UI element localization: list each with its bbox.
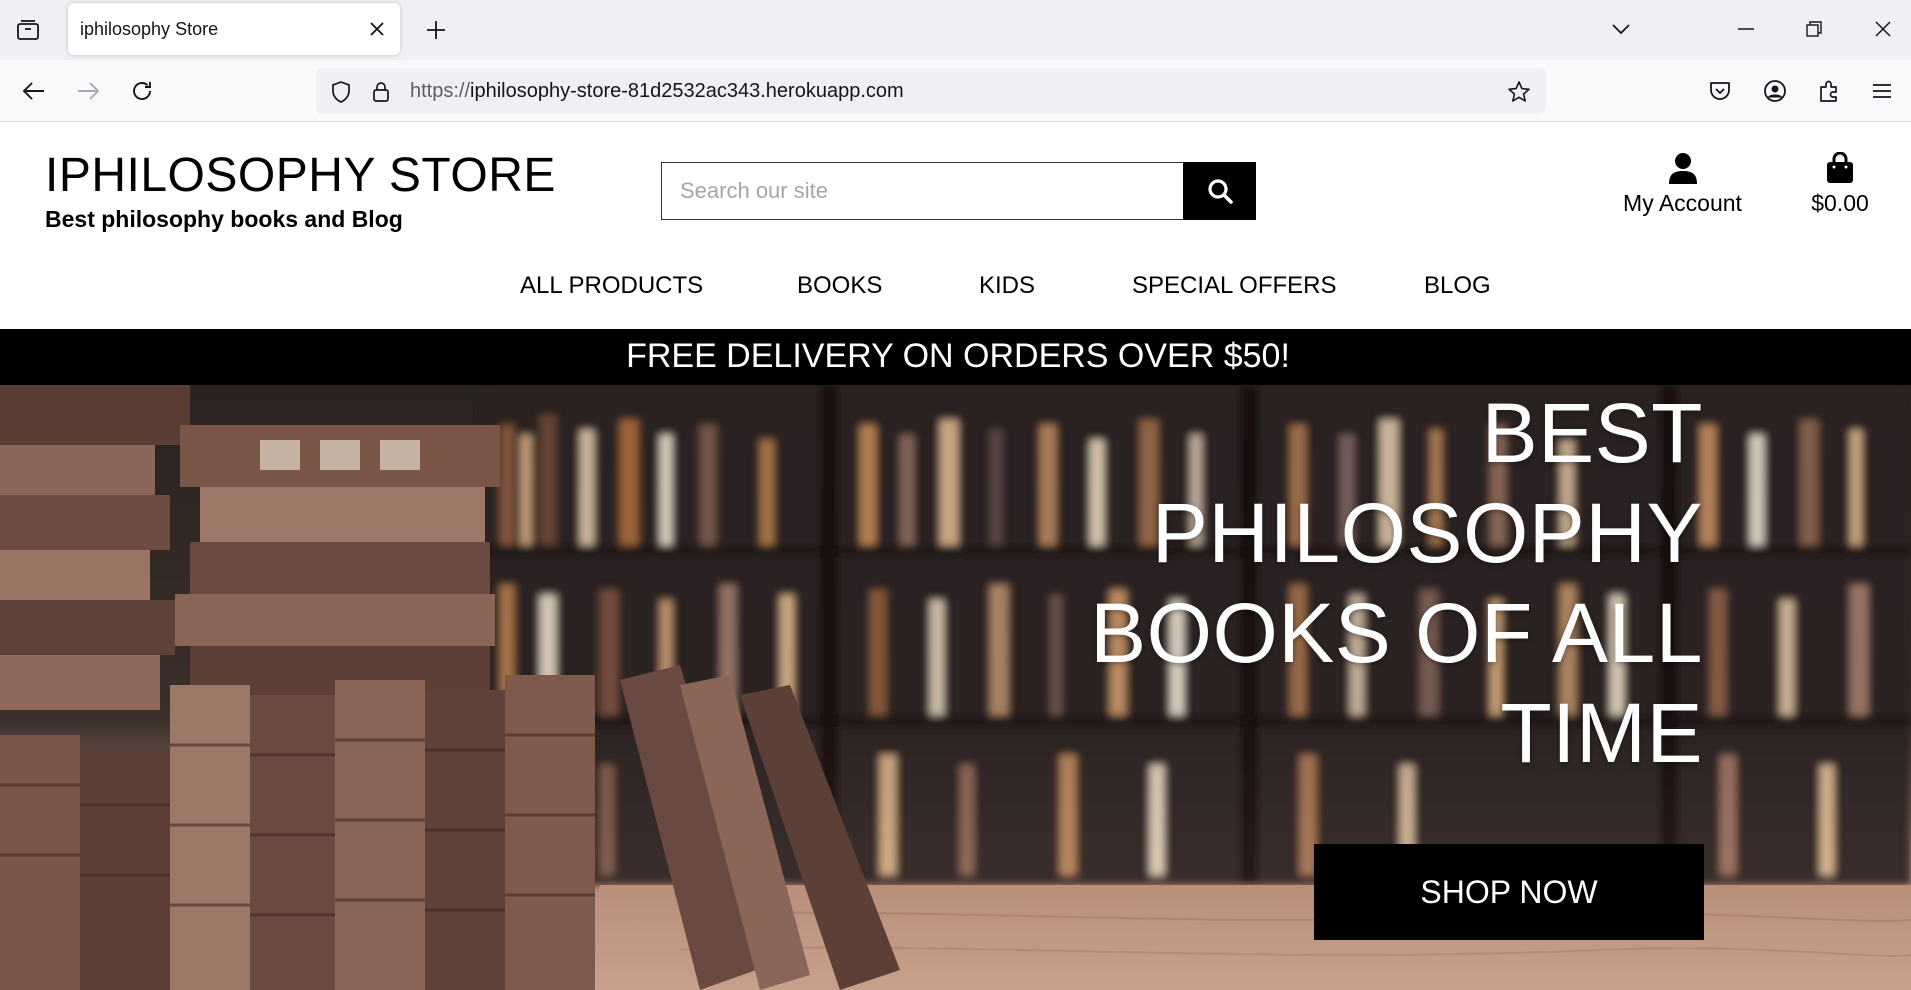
browser-nav-bar: https://iphilosophy-store-81d2532ac343.h… <box>0 60 1911 122</box>
tab-list-icon[interactable] <box>8 12 48 48</box>
my-account-label: My Account <box>1623 190 1742 216</box>
url-bar[interactable]: https://iphilosophy-store-81d2532ac343.h… <box>316 68 1546 114</box>
chevron-down-icon[interactable] <box>1601 10 1641 48</box>
site-tagline: Best philosophy books and Blog <box>45 206 403 232</box>
nav-item-blog[interactable]: BLOG <box>1424 272 1491 300</box>
close-icon[interactable] <box>364 16 390 42</box>
site-title[interactable]: IPHILOSOPHY STORE <box>45 148 556 203</box>
minimize-icon[interactable] <box>1726 10 1766 48</box>
shop-now-label: SHOP NOW <box>1420 873 1598 910</box>
shield-icon[interactable] <box>328 79 354 105</box>
lock-icon[interactable] <box>368 79 394 105</box>
plus-icon[interactable] <box>418 12 454 48</box>
hero-heading: BEST PHILOSOPHY BOOKS OF ALL TIME <box>1090 386 1703 780</box>
window-close-icon[interactable] <box>1863 10 1903 48</box>
url-text[interactable]: https://iphilosophy-store-81d2532ac343.h… <box>410 80 904 103</box>
search-button[interactable] <box>1183 162 1256 220</box>
nav-item-special-offers[interactable]: SPECIAL OFFERS <box>1132 272 1337 300</box>
search-input[interactable] <box>661 162 1183 220</box>
my-account-link[interactable]: My Account <box>1610 152 1755 222</box>
tab-title: iphilosophy Store <box>80 19 219 39</box>
star-icon[interactable] <box>1506 79 1532 105</box>
restore-icon[interactable] <box>1794 10 1834 48</box>
nav-item-kids[interactable]: KIDS <box>979 272 1035 300</box>
cart-link[interactable]: $0.00 <box>1800 152 1880 222</box>
puzzle-icon[interactable] <box>1809 71 1849 111</box>
shop-now-button[interactable]: SHOP NOW <box>1314 844 1704 940</box>
search-icon <box>1207 179 1233 204</box>
account-icon[interactable] <box>1755 71 1795 111</box>
nav-item-books[interactable]: BOOKS <box>797 272 882 300</box>
arrow-right-icon[interactable] <box>68 71 108 111</box>
promo-text: FREE DELIVERY ON ORDERS OVER $50! <box>626 337 1290 375</box>
user-icon <box>1668 152 1698 184</box>
arrow-left-icon[interactable] <box>14 71 54 111</box>
browser-tab-bar: iphilosophy Store <box>0 0 1911 60</box>
main-nav: ALL PRODUCTS BOOKS KIDS SPECIAL OFFERS B… <box>0 270 1911 310</box>
promo-banner: FREE DELIVERY ON ORDERS OVER $50! <box>0 329 1911 385</box>
reload-icon[interactable] <box>122 71 162 111</box>
hero-section: BEST PHILOSOPHY BOOKS OF ALL TIME SHOP N… <box>0 385 1911 990</box>
pocket-icon[interactable] <box>1700 71 1740 111</box>
cart-total: $0.00 <box>1811 190 1869 216</box>
hamburger-icon[interactable] <box>1862 71 1902 111</box>
shopping-bag-icon <box>1825 152 1855 184</box>
nav-item-all-products[interactable]: ALL PRODUCTS <box>520 272 703 300</box>
browser-tab[interactable]: iphilosophy Store <box>68 3 400 55</box>
site-header: IPHILOSOPHY STORE Best philosophy books … <box>0 122 1911 329</box>
